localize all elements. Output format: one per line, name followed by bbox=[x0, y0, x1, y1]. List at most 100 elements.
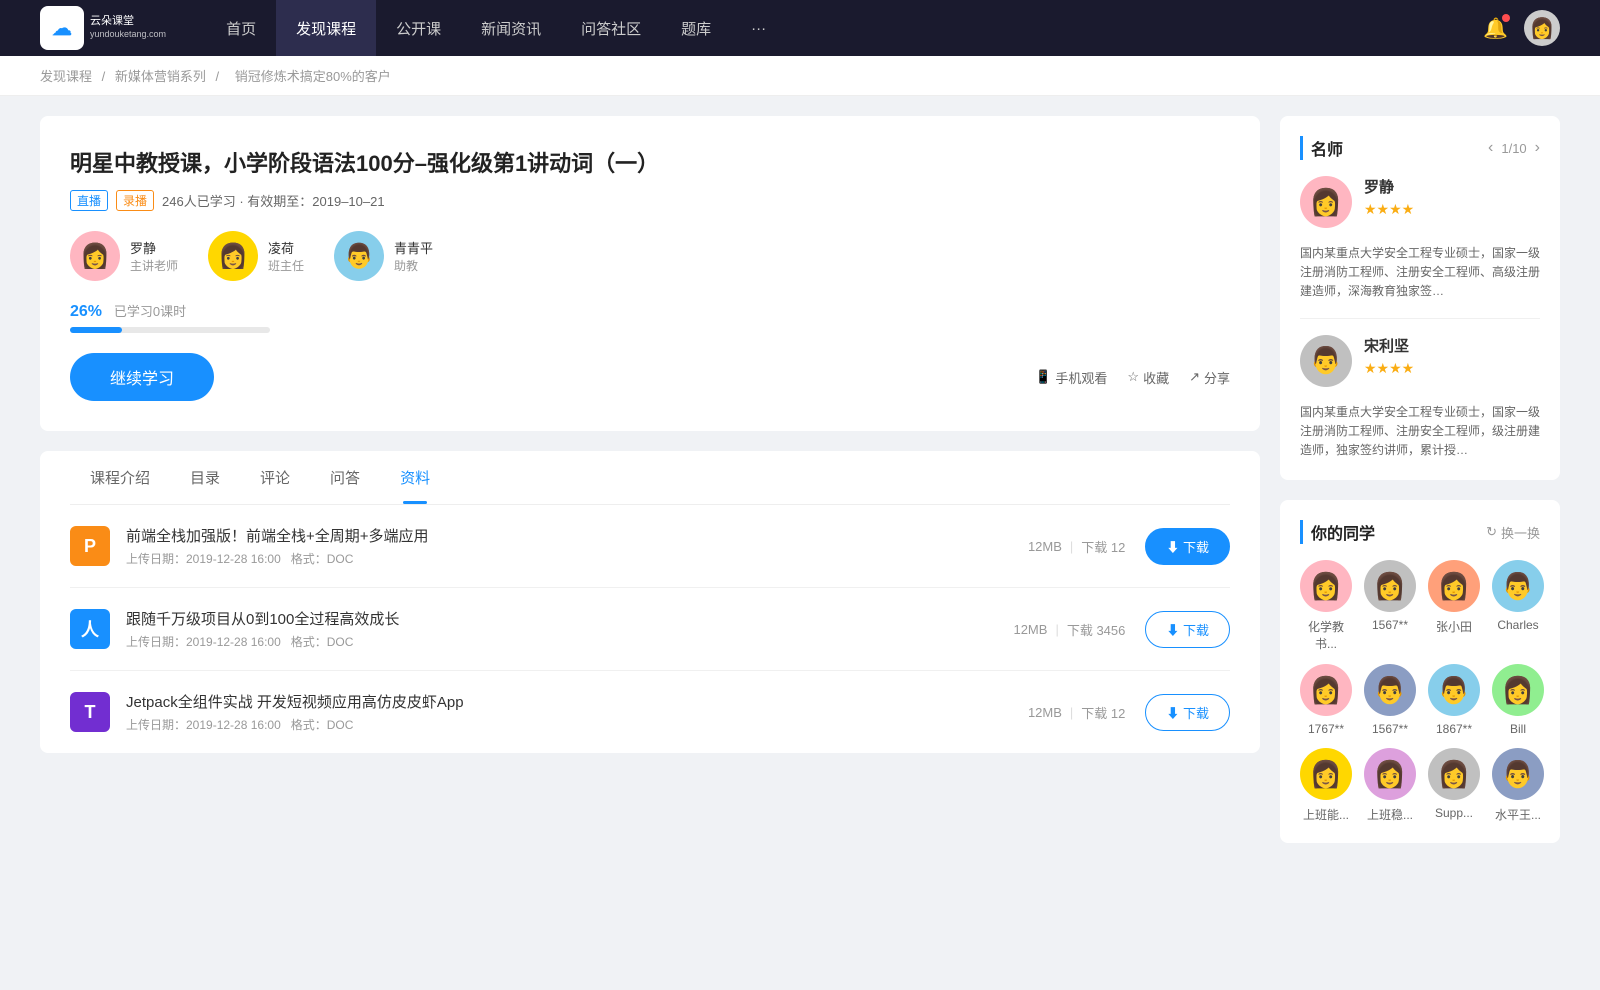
nav-item-1[interactable]: 发现课程 bbox=[276, 0, 376, 56]
progress-section: 26% 已学习0课时 bbox=[70, 301, 1230, 333]
main-layout: 明星中教授课，小学阶段语法100分–强化级第1讲动词（一） 直播 录播 246人… bbox=[0, 96, 1600, 883]
breadcrumb-current: 销冠修炼术搞定80%的客户 bbox=[235, 69, 391, 84]
classmate-name-8: 上班能... bbox=[1303, 806, 1349, 823]
download-button-2[interactable]: ⬇ 下载 bbox=[1145, 694, 1230, 731]
classmate-avatar-9: 👩 bbox=[1364, 748, 1416, 800]
classmate-avatar-10: 👩 bbox=[1428, 748, 1480, 800]
teacher-name-3: 青青平 bbox=[394, 238, 433, 257]
teacher-divider bbox=[1300, 318, 1540, 319]
classmate-avatar-7: 👩 bbox=[1492, 664, 1544, 716]
teacher-card-avatar-2: 👨 bbox=[1300, 335, 1352, 387]
nav-item-4[interactable]: 问答社区 bbox=[561, 0, 661, 56]
resource-size-1: 12MB bbox=[1013, 622, 1047, 637]
download-button-0[interactable]: ⬇ 下载 bbox=[1145, 528, 1230, 565]
nav-right: 🔔 👩 bbox=[1483, 10, 1560, 46]
resource-name-0: 前端全栈加强版！前端全栈+全周期+多端应用 bbox=[126, 525, 1028, 546]
classmate-3[interactable]: 👨 Charles bbox=[1492, 560, 1544, 652]
logo-box: ☁ bbox=[40, 6, 84, 50]
teacher-avatar-1: 👩 bbox=[70, 231, 120, 281]
resource-stats-2: 12MB | 下载 12 bbox=[1028, 703, 1125, 722]
classmate-name-4: 1767** bbox=[1308, 722, 1344, 736]
logo[interactable]: ☁ 云朵课堂yundouketang.com bbox=[40, 6, 166, 50]
classmate-avatar-8: 👩 bbox=[1300, 748, 1352, 800]
teachers-panel-header: 名师 ‹ 1/10 › bbox=[1300, 136, 1540, 160]
classmate-6[interactable]: 👨 1867** bbox=[1428, 664, 1480, 736]
classmate-2[interactable]: 👩 张小田 bbox=[1428, 560, 1480, 652]
nav-item-6[interactable]: ··· bbox=[731, 0, 786, 56]
nav-item-0[interactable]: 首页 bbox=[206, 0, 276, 56]
teacher-row: 👩 罗静 主讲老师 👩 凌荷 班主任 👨 青青平 bbox=[70, 231, 1230, 281]
teachers-next-button[interactable]: › bbox=[1535, 139, 1540, 157]
tab-intro[interactable]: 课程介绍 bbox=[70, 451, 170, 504]
resource-icon-2: T bbox=[70, 692, 110, 732]
classmate-avatar-3: 👨 bbox=[1492, 560, 1544, 612]
badge-live: 直播 bbox=[70, 190, 108, 211]
classmate-avatar-4: 👩 bbox=[1300, 664, 1352, 716]
favorite-button[interactable]: ☆ 收藏 bbox=[1127, 368, 1169, 387]
sidebar: 名师 ‹ 1/10 › 👩 罗静 ★★★★ 国内某重点大学安全工程专业硕士，国家… bbox=[1280, 116, 1560, 863]
teacher-card-info-1: 罗静 ★★★★ bbox=[1364, 176, 1540, 228]
breadcrumb-link[interactable]: 新媒体营销系列 bbox=[115, 69, 206, 84]
teachers-prev-button[interactable]: ‹ bbox=[1488, 139, 1493, 157]
teacher-card-name-1: 罗静 bbox=[1364, 176, 1540, 197]
resource-details-2: Jetpack全组件实战 开发短视频应用高仿皮皮虾App 上传日期：2019-1… bbox=[126, 691, 1028, 733]
refresh-label: 换一换 bbox=[1501, 523, 1540, 542]
tabs-section: 课程介绍 目录 评论 问答 资料 P 前端全栈加强版！前端全栈+全周期+多端应用… bbox=[40, 451, 1260, 753]
resource-name-2: Jetpack全组件实战 开发短视频应用高仿皮皮虾App bbox=[126, 691, 1028, 712]
resource-meta-1: 上传日期：2019-12-28 16:00 格式：DOC bbox=[126, 633, 1013, 650]
breadcrumb-sep: / bbox=[102, 69, 109, 84]
tab-materials[interactable]: 资料 bbox=[380, 451, 450, 504]
breadcrumb-link[interactable]: 发现课程 bbox=[40, 69, 92, 84]
classmate-name-5: 1567** bbox=[1372, 722, 1408, 736]
badge-record: 录播 bbox=[116, 190, 154, 211]
tab-comments[interactable]: 评论 bbox=[240, 451, 310, 504]
teacher-card-1: 👩 罗静 ★★★★ bbox=[1300, 176, 1540, 228]
classmate-7[interactable]: 👩 Bill bbox=[1492, 664, 1544, 736]
teacher-role-3: 助教 bbox=[394, 257, 433, 274]
resource-name-1: 跟随千万级项目从0到100全过程高效成长 bbox=[126, 608, 1013, 629]
classmate-11[interactable]: 👨 水平王... bbox=[1492, 748, 1544, 823]
classmate-10[interactable]: 👩 Supp... bbox=[1428, 748, 1480, 823]
course-title: 明星中教授课，小学阶段语法100分–强化级第1讲动词（一） bbox=[70, 146, 1230, 178]
teachers-panel-title: 名师 bbox=[1300, 136, 1343, 160]
progress-percent: 26% bbox=[70, 303, 102, 320]
user-avatar-nav[interactable]: 👩 bbox=[1524, 10, 1560, 46]
watch-mobile-button[interactable]: 📱 手机观看 bbox=[1035, 368, 1107, 387]
content-area: 明星中教授课，小学阶段语法100分–强化级第1讲动词（一） 直播 录播 246人… bbox=[40, 116, 1260, 863]
share-label: 分享 bbox=[1204, 368, 1230, 387]
classmate-name-1: 1567** bbox=[1372, 618, 1408, 632]
teacher-details-2: 凌荷 班主任 bbox=[268, 238, 304, 274]
nav-item-3[interactable]: 新闻资讯 bbox=[461, 0, 561, 56]
refresh-classmates-button[interactable]: ↻ 换一换 bbox=[1486, 523, 1540, 542]
teacher-avatar-2: 👩 bbox=[208, 231, 258, 281]
notification-dot bbox=[1502, 14, 1510, 22]
continue-button[interactable]: 继续学习 bbox=[70, 353, 214, 401]
classmate-1[interactable]: 👩 1567** bbox=[1364, 560, 1416, 652]
logo-text: 云朵课堂yundouketang.com bbox=[90, 15, 166, 41]
classmate-8[interactable]: 👩 上班能... bbox=[1300, 748, 1352, 823]
classmate-9[interactable]: 👩 上班稳... bbox=[1364, 748, 1416, 823]
classmate-5[interactable]: 👨 1567** bbox=[1364, 664, 1416, 736]
nav-item-5[interactable]: 题库 bbox=[661, 0, 731, 56]
classmates-panel-header: 你的同学 ↻ 换一换 bbox=[1300, 520, 1540, 544]
course-actions: 继续学习 📱 手机观看 ☆ 收藏 ↗ 分享 bbox=[70, 353, 1230, 401]
teacher-name-2: 凌荷 bbox=[268, 238, 304, 257]
download-button-1[interactable]: ⬇ 下载 bbox=[1145, 611, 1230, 648]
classmate-4[interactable]: 👩 1767** bbox=[1300, 664, 1352, 736]
tab-catalog[interactable]: 目录 bbox=[170, 451, 240, 504]
nav-item-2[interactable]: 公开课 bbox=[376, 0, 461, 56]
classmate-avatar-2: 👩 bbox=[1428, 560, 1480, 612]
resource-icon-0: P bbox=[70, 526, 110, 566]
classmates-panel-title: 你的同学 bbox=[1300, 520, 1375, 544]
teachers-page: 1/10 bbox=[1501, 141, 1526, 156]
teacher-stars-1: ★★★★ bbox=[1364, 201, 1540, 218]
resource-item-0: P 前端全栈加强版！前端全栈+全周期+多端应用 上传日期：2019-12-28 … bbox=[70, 505, 1230, 588]
classmate-0[interactable]: 👩 化学教书... bbox=[1300, 560, 1352, 652]
notification-bell[interactable]: 🔔 bbox=[1483, 16, 1508, 41]
resource-list: P 前端全栈加强版！前端全栈+全周期+多端应用 上传日期：2019-12-28 … bbox=[70, 505, 1230, 753]
teacher-card-2: 👨 宋利坚 ★★★★ bbox=[1300, 335, 1540, 387]
tab-qa[interactable]: 问答 bbox=[310, 451, 380, 504]
mobile-icon: 📱 bbox=[1035, 369, 1051, 385]
share-button[interactable]: ↗ 分享 bbox=[1189, 368, 1230, 387]
refresh-icon: ↻ bbox=[1486, 524, 1497, 540]
